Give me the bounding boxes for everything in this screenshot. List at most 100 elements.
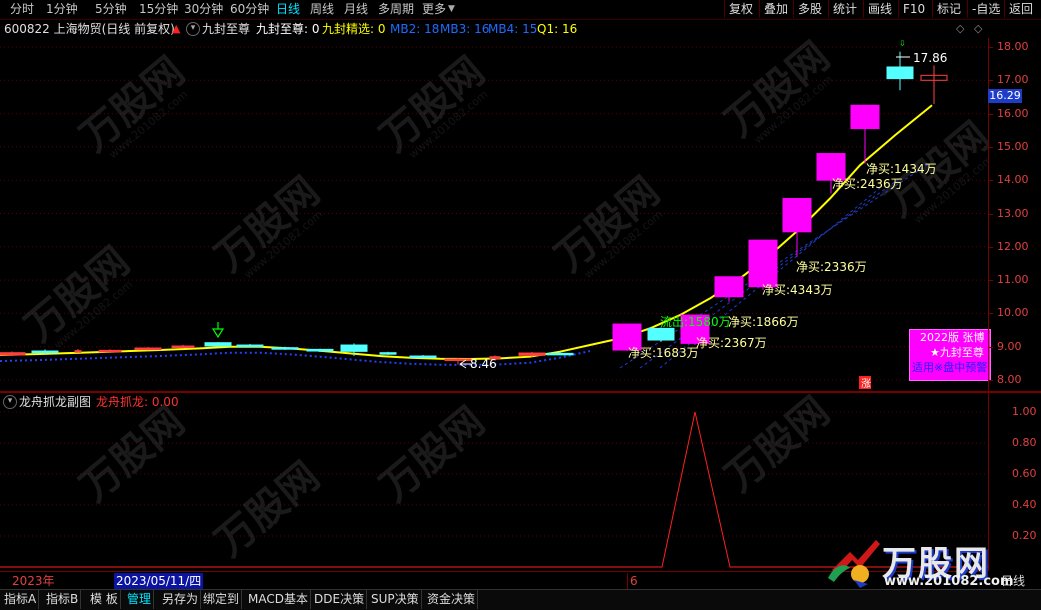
indicator-tick: 0.40 (1012, 498, 1037, 511)
price-tick-mark (988, 180, 993, 182)
candle (518, 352, 546, 357)
period-60min[interactable]: 60分钟 (230, 2, 269, 17)
stock-title: 600822 上海物贸(日线 前复权) (4, 22, 175, 36)
annotation-label: 净买:1434万 (866, 162, 937, 176)
annotation-label: 8.46 (470, 357, 497, 371)
watermark-brand: 万股网 (372, 398, 493, 510)
candle (409, 355, 437, 359)
tab-template[interactable]: 模 板 (88, 590, 121, 609)
candle-body (340, 344, 368, 352)
period-1min[interactable]: 1分钟 (46, 2, 78, 17)
period-daily[interactable]: 日线 (276, 2, 300, 17)
draw-line-button[interactable]: 画线 (863, 0, 896, 18)
annotation-label: 17.86 (913, 51, 947, 65)
indicator-menu-icon[interactable]: ▾ (186, 22, 200, 36)
price-tick-mark (988, 380, 993, 381)
period-5min[interactable]: 5分钟 (95, 2, 127, 17)
candle-body (409, 355, 437, 359)
back-button[interactable]: 返回 (1004, 0, 1037, 18)
top-signal-mark: ⇩ (899, 39, 906, 48)
month-marker: 6 (627, 573, 638, 589)
candle-body (171, 345, 195, 349)
diamond-icon-2[interactable]: ◇ (974, 21, 982, 37)
statistics-button[interactable]: 统计 (828, 0, 861, 18)
bottom-tabs: 指标A 指标B 模 板 管理 另存为 绑定到 MACD基本 DDE决策 SUP决… (0, 589, 1041, 610)
current-price-tag: 16.29 (988, 89, 1022, 103)
chevron-down-icon[interactable]: ▼ (448, 2, 455, 17)
overlay-button[interactable]: 叠加 (759, 0, 792, 18)
tab-indicator-a[interactable]: 指标A (2, 590, 40, 609)
up-arrow-icon: ▲ (172, 22, 181, 35)
watermark-brand: 万股网 (207, 453, 328, 565)
candle-body (886, 66, 914, 80)
candle-body (546, 352, 574, 356)
period-30min[interactable]: 30分钟 (184, 2, 223, 17)
promo-box: 2022版 张博 ★九封至尊 适用※盘中预警 (909, 329, 991, 381)
candle-body (748, 239, 778, 288)
diamond-icon[interactable]: ◇ (956, 21, 964, 37)
candle (782, 198, 812, 257)
price-tick: 17.00 (997, 73, 1029, 87)
price-tick-mark (988, 280, 993, 282)
watermark-brand: 万股网 (717, 393, 838, 501)
promo-line-2: ★九封至尊 (930, 346, 984, 359)
tab-manage[interactable]: 管理 (125, 590, 155, 609)
period-multi[interactable]: 多周期 (378, 2, 414, 17)
tab-save-as[interactable]: 另存为 (160, 590, 202, 609)
tab-sup-decision[interactable]: SUP决策 (369, 590, 422, 609)
axis-divider (988, 391, 1041, 393)
mark-button[interactable]: 标记 (932, 0, 965, 18)
tab-dde-decision[interactable]: DDE决策 (312, 590, 368, 609)
period-monthly[interactable]: 月线 (344, 2, 368, 17)
promo-line-1: 2022版 张博 (920, 331, 985, 344)
price-tick: 11.00 (997, 273, 1029, 287)
period-more[interactable]: 更多 (422, 2, 446, 17)
price-tick: 12.00 (997, 239, 1029, 253)
tab-bind-to[interactable]: 绑定到 (201, 590, 243, 609)
indicator-tick: 0.80 (1012, 436, 1037, 449)
price-tick: 9.00 (997, 339, 1022, 353)
remove-favorite-button[interactable]: -自选 (967, 0, 1004, 18)
price-tick: 18.00 (997, 40, 1029, 53)
candle-body (31, 350, 59, 354)
tab-indicator-b[interactable]: 指标B (44, 590, 82, 609)
candle-body (518, 352, 546, 356)
period-1min-realtime[interactable]: 分时 (10, 2, 34, 17)
tab-macd-basic[interactable]: MACD基本 (246, 590, 311, 609)
candle-body (714, 276, 744, 298)
f10-button[interactable]: F10 (898, 0, 929, 18)
watermark: 万股网www.201082.com (547, 168, 668, 281)
price-tick: 15.00 (997, 139, 1029, 153)
candle-body (379, 352, 397, 355)
watermark: 万股网www.201082.com (717, 38, 838, 146)
annotation-label: 净买:1683万 (628, 346, 699, 360)
year-label: 2023年 (12, 574, 55, 588)
multi-stock-button[interactable]: 多股 (793, 0, 826, 18)
indicator-name[interactable]: 九封至尊 (202, 21, 250, 37)
period-weekly[interactable]: 周线 (310, 2, 334, 17)
indicator-value-jiufeng: 九封至尊: 0 (256, 22, 320, 36)
watermark: 万股网www.201082.com (72, 48, 193, 161)
price-chart[interactable]: 万股网www.201082.com 万股网www.201082.com 万股网www… (0, 38, 988, 391)
annotation-label: 流出:1580万 (660, 315, 731, 329)
annotation-label: 净买:2436万 (832, 177, 903, 191)
period-15min[interactable]: 15分钟 (139, 2, 178, 17)
price-tick: 8.00 (997, 373, 1022, 386)
adjust-price-button[interactable]: 复权 (724, 0, 757, 18)
candle (98, 349, 122, 353)
candle-body (98, 349, 122, 353)
brand-logo: 万股网 www.201082.com (820, 530, 1014, 590)
tab-fund-decision[interactable]: 资金决策 (425, 590, 479, 609)
candle-body (647, 327, 675, 341)
price-tick-mark (988, 346, 993, 348)
candle (0, 351, 26, 357)
annotation-label: 净买:4343万 (762, 283, 833, 297)
price-tick-mark (988, 80, 993, 82)
annotation-label: 净买:2336万 (796, 260, 867, 274)
watermark: 万股网www.201082.com (372, 48, 493, 161)
price-tick-mark (988, 146, 993, 148)
candle-body (444, 358, 472, 362)
candle (850, 104, 880, 164)
candle-body (134, 347, 162, 351)
candle (271, 346, 299, 351)
